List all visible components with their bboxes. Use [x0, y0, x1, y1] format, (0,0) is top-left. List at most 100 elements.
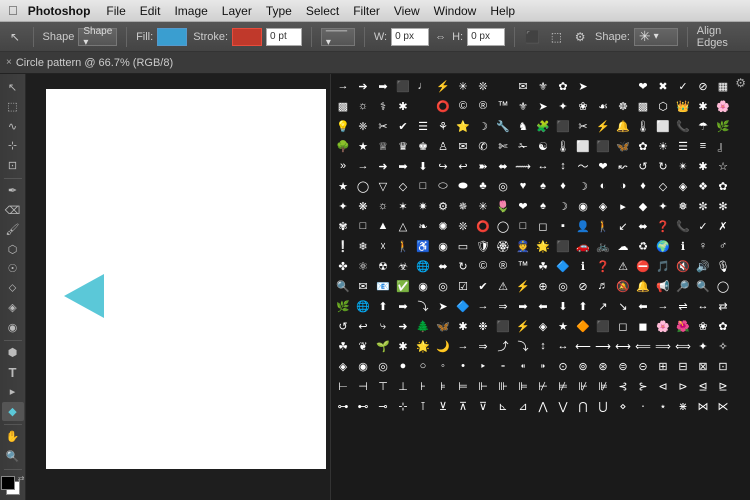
symbol-item[interactable]: ⊱: [633, 376, 653, 396]
symbol-item[interactable]: ◎: [493, 176, 513, 196]
symbol-item[interactable]: ⬅: [633, 296, 653, 316]
symbol-item[interactable]: ⋅: [633, 396, 653, 416]
symbol-item[interactable]: ⬇: [553, 296, 573, 316]
symbol-item[interactable]: ➡: [393, 156, 413, 176]
symbol-item[interactable]: ⊽: [473, 396, 493, 416]
symbol-item[interactable]: ✤: [333, 256, 353, 276]
symbol-item[interactable]: ↗: [593, 296, 613, 316]
symbol-item[interactable]: ♠: [533, 196, 553, 216]
symbol-item[interactable]: ❖: [693, 176, 713, 196]
symbol-item[interactable]: ⬜: [653, 116, 673, 136]
symbol-item[interactable]: ♦: [553, 176, 573, 196]
swap-colors-icon[interactable]: ⇄: [18, 474, 25, 483]
symbol-item[interactable]: ✦: [553, 96, 573, 116]
symbol-item[interactable]: 🌙: [433, 336, 453, 356]
symbol-item[interactable]: ❦: [353, 336, 373, 356]
symbol-item[interactable]: 🏵: [493, 236, 513, 256]
symbol-item[interactable]: ‣: [473, 356, 493, 376]
symbol-item[interactable]: →: [653, 296, 673, 316]
symbol-item[interactable]: ⤴: [493, 336, 513, 356]
symbol-item[interactable]: ↔: [553, 336, 573, 356]
symbol-item[interactable]: 🌷: [493, 196, 513, 216]
symbol-item[interactable]: ❉: [473, 316, 493, 336]
symbol-item[interactable]: ⬬: [453, 176, 473, 196]
symbol-item[interactable]: ☀: [653, 136, 673, 156]
symbol-item[interactable]: 🌸: [653, 316, 673, 336]
symbol-item[interactable]: ⚛: [353, 256, 373, 276]
w-input[interactable]: [391, 28, 429, 46]
symbol-item[interactable]: 📧: [373, 276, 393, 296]
symbol-item[interactable]: ⟸: [633, 336, 653, 356]
shape-dropdown[interactable]: Shape ▾: [78, 28, 117, 46]
symbol-item[interactable]: ◉: [433, 236, 453, 256]
symbol-item[interactable]: ◆: [633, 196, 653, 216]
symbol-item[interactable]: 🌡: [633, 116, 653, 136]
eraser-tool[interactable]: ⬦: [2, 279, 24, 298]
shape-tool[interactable]: ◆: [2, 402, 24, 421]
symbol-item[interactable]: 🔍: [333, 276, 353, 296]
symbol-item[interactable]: ⋇: [673, 396, 693, 416]
symbol-item[interactable]: ✱: [393, 336, 413, 356]
crop-tool[interactable]: ⊡: [2, 156, 24, 175]
symbol-item[interactable]: ⊣: [353, 376, 373, 396]
menu-help[interactable]: Help: [490, 4, 515, 18]
symbol-item[interactable]: ⬛: [493, 316, 513, 336]
symbol-item[interactable]: ✿: [633, 136, 653, 156]
symbol-item[interactable]: [613, 76, 633, 96]
symbol-item[interactable]: ◑: [613, 176, 633, 196]
symbol-item[interactable]: ♻: [633, 236, 653, 256]
symbol-item[interactable]: ⚜: [533, 76, 553, 96]
symbol-item[interactable]: [493, 76, 513, 96]
symbol-item[interactable]: ◯: [493, 216, 513, 236]
symbol-item[interactable]: ⟺: [673, 336, 693, 356]
symbol-item[interactable]: ⬇: [413, 156, 433, 176]
symbol-item[interactable]: 🚲: [593, 236, 613, 256]
symbol-item[interactable]: ⬌: [633, 216, 653, 236]
symbol-item[interactable]: ☙: [593, 96, 613, 116]
symbol-item[interactable]: ▭: [453, 236, 473, 256]
symbol-item[interactable]: ↻: [653, 156, 673, 176]
symbol-item[interactable]: ✦: [333, 196, 353, 216]
symbol-item[interactable]: ⊥: [393, 376, 413, 396]
symbol-item[interactable]: ✼: [693, 196, 713, 216]
symbol-item[interactable]: ◦: [433, 356, 453, 376]
symbol-item[interactable]: ♚: [413, 136, 433, 156]
symbol-item[interactable]: ✧: [713, 336, 733, 356]
symbol-item[interactable]: 📞: [673, 216, 693, 236]
symbol-item[interactable]: ⊪: [493, 376, 513, 396]
symbol-item[interactable]: ➜: [393, 316, 413, 336]
symbol-item[interactable]: △: [393, 216, 413, 236]
history-brush-tool[interactable]: ☉: [2, 260, 24, 279]
fill-color-swatch[interactable]: [157, 28, 187, 46]
symbol-item[interactable]: 🔎: [673, 276, 693, 296]
symbol-item[interactable]: ♦: [633, 176, 653, 196]
symbol-item[interactable]: 🚗: [573, 236, 593, 256]
symbol-item[interactable]: 🔶: [573, 316, 593, 336]
symbol-item[interactable]: →: [333, 76, 353, 96]
symbol-item[interactable]: ↔: [693, 296, 713, 316]
symbol-item[interactable]: 🌳: [333, 136, 353, 156]
symbol-item[interactable]: ⬅: [533, 296, 553, 316]
symbol-item[interactable]: ◉: [353, 356, 373, 376]
symbol-item[interactable]: ⬛: [593, 136, 613, 156]
quick-select-tool[interactable]: ⊹: [2, 137, 24, 156]
symbol-item[interactable]: 🌍: [653, 236, 673, 256]
symbol-item[interactable]: ✱: [393, 96, 413, 116]
symbol-item[interactable]: ❤: [633, 76, 653, 96]
symbol-item[interactable]: ☣: [393, 256, 413, 276]
panel-gear-icon[interactable]: ⚙: [735, 76, 746, 90]
symbol-item[interactable]: ✓: [693, 216, 713, 236]
symbol-item[interactable]: ♩: [413, 76, 433, 96]
symbol-item[interactable]: ◯: [713, 276, 733, 296]
symbol-item[interactable]: ⊬: [533, 376, 553, 396]
symbol-item[interactable]: ◎: [433, 276, 453, 296]
align-icon[interactable]: ⬛: [524, 26, 542, 48]
symbol-item[interactable]: ✱: [453, 316, 473, 336]
symbol-item[interactable]: ☽: [473, 116, 493, 136]
symbol-item[interactable]: ◐: [593, 176, 613, 196]
symbol-item[interactable]: ◼: [633, 316, 653, 336]
symbol-item[interactable]: ⊦: [413, 376, 433, 396]
symbol-item[interactable]: ⚡: [593, 116, 613, 136]
symbol-item[interactable]: ✴: [673, 156, 693, 176]
symbol-item[interactable]: ⁌: [513, 356, 533, 376]
